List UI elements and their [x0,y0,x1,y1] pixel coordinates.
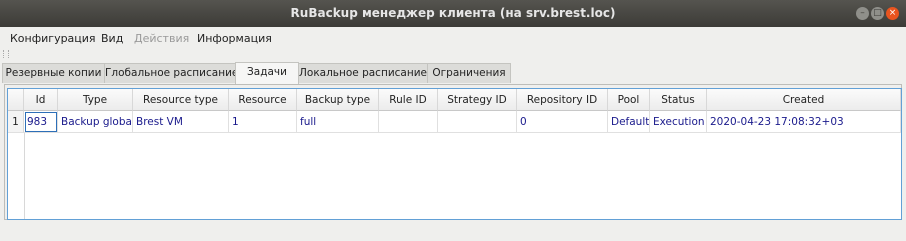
col-header-strategy-id[interactable]: Strategy ID [438,89,517,111]
col-header-resource-type[interactable]: Resource type [133,89,229,111]
menu-info[interactable]: Информация [197,32,272,45]
col-header-pool[interactable]: Pool [608,89,650,111]
cell-id[interactable]: 983 [24,111,58,133]
tab-tasks[interactable]: Задачи [235,62,299,84]
menu-actions[interactable]: Действия [134,32,189,45]
tab-bar: Резервные копии Глобальное расписание За… [0,62,906,84]
tasks-table[interactable]: Id Type Resource type Resource Backup ty… [7,88,902,220]
title-bar: RuBackup менеджер клиента (на srv.brest.… [0,0,906,27]
maximize-button[interactable]: □ [871,7,884,20]
row-header-divider [24,133,25,219]
cell-backup-type[interactable]: full [297,111,379,133]
cell-rule-id[interactable] [379,111,438,133]
table-corner[interactable] [8,89,24,111]
cell-resource-type[interactable]: Brest VM [133,111,229,133]
col-header-created[interactable]: Created [707,89,901,111]
minimize-button[interactable]: – [856,7,869,20]
cell-repository-id[interactable]: 0 [517,111,608,133]
row-number[interactable]: 1 [8,111,24,133]
col-header-id[interactable]: Id [24,89,58,111]
menu-configuration[interactable]: Конфигурация [10,32,96,45]
tab-backup-copies[interactable]: Резервные копии [2,63,105,83]
menu-bar: Конфигурация Вид Действия Информация [0,27,906,51]
close-button[interactable]: × [886,7,899,20]
window-title: RuBackup менеджер клиента (на srv.brest.… [290,6,616,20]
tab-global-schedule[interactable]: Глобальное расписание [104,63,238,83]
col-header-rule-id[interactable]: Rule ID [379,89,438,111]
col-header-status[interactable]: Status [650,89,707,111]
col-header-repository-id[interactable]: Repository ID [517,89,608,111]
cell-status[interactable]: Execution [650,111,707,133]
col-header-backup-type[interactable]: Backup type [297,89,379,111]
toolbar-grip[interactable] [3,50,9,58]
tab-restrictions[interactable]: Ограничения [427,63,511,83]
col-header-type[interactable]: Type [58,89,133,111]
cell-strategy-id[interactable] [438,111,517,133]
col-header-resource[interactable]: Resource [229,89,297,111]
cell-resource[interactable]: 1 [229,111,297,133]
cell-pool[interactable]: Default [608,111,650,133]
cell-created[interactable]: 2020-04-23 17:08:32+03 [707,111,901,133]
menu-view[interactable]: Вид [101,32,123,45]
tab-local-schedule[interactable]: Локальное расписание [298,63,428,83]
cell-type[interactable]: Backup global [58,111,133,133]
